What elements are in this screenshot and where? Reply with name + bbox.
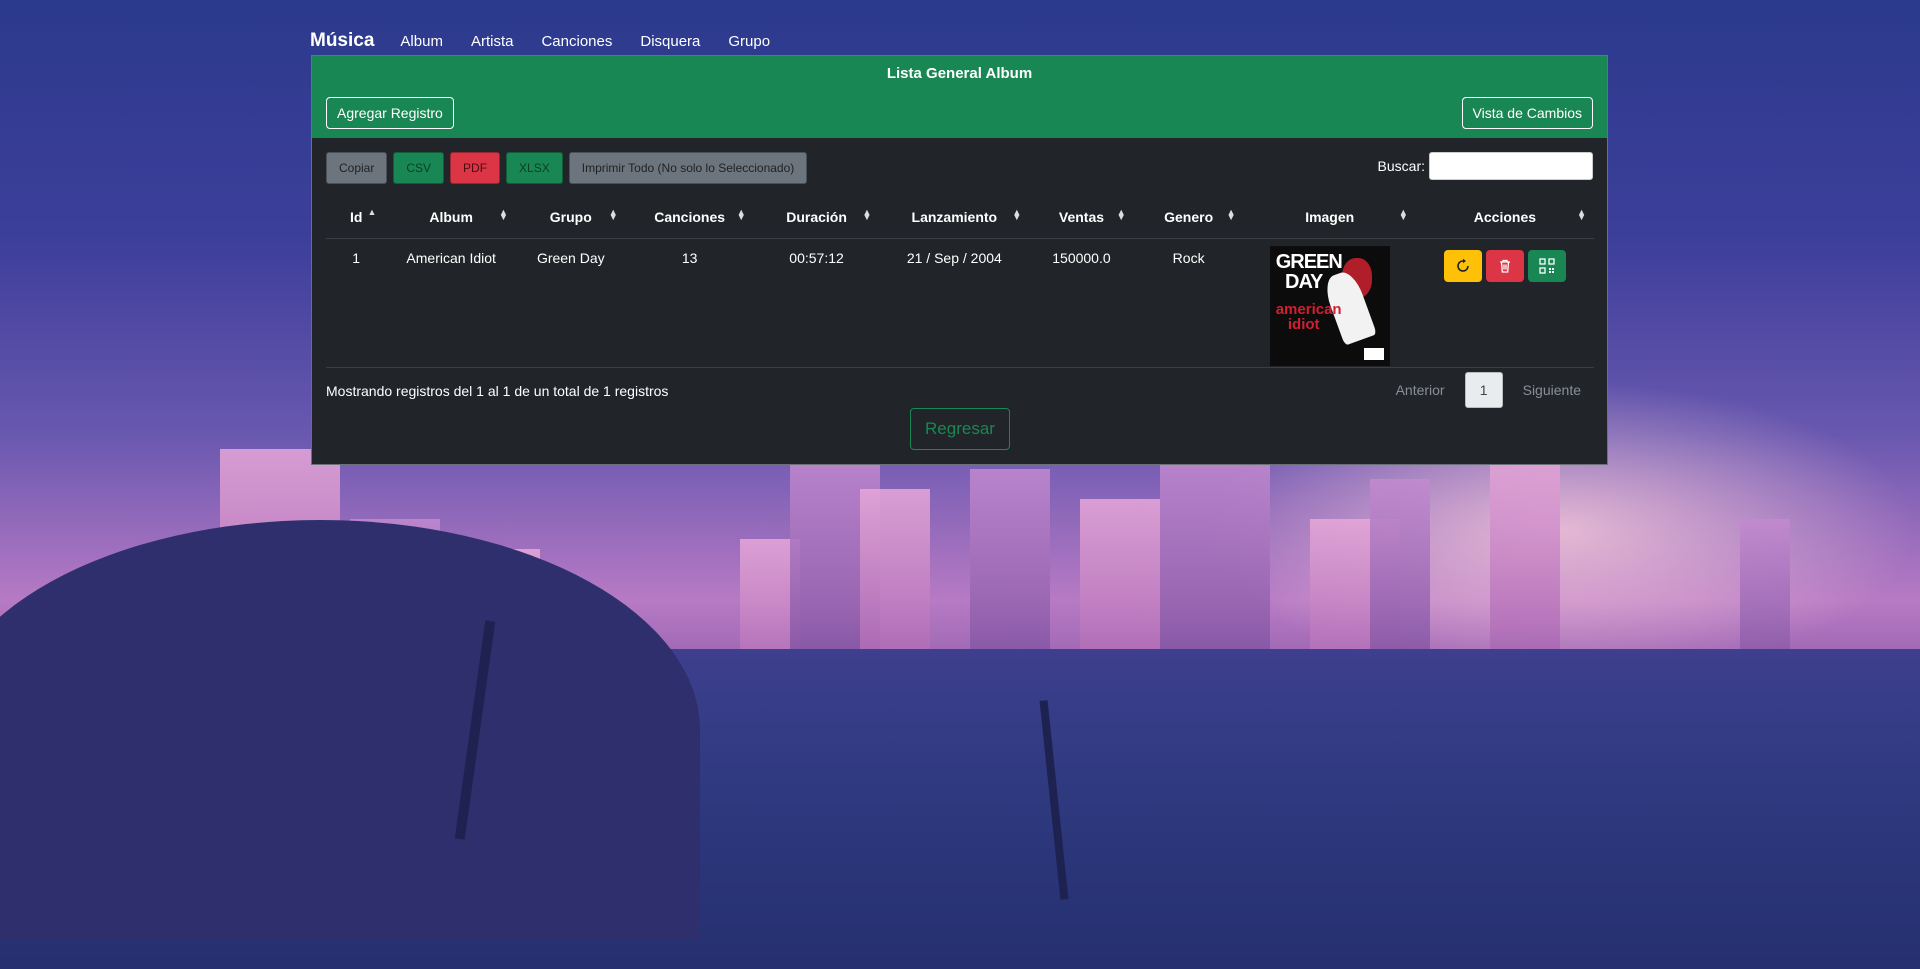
cover-subtitle: american idiot — [1275, 301, 1342, 333]
cover-title: GREEN DAY — [1275, 251, 1343, 293]
export-toolbar: Copiar CSV PDF XLSX Imprimir Todo (No so… — [326, 152, 808, 184]
cell-acciones — [1415, 238, 1594, 368]
cell-genero: Rock — [1133, 238, 1244, 368]
nav-album[interactable]: Album — [400, 33, 443, 52]
panel-header: Lista General Album Agregar Registro Vis… — [312, 56, 1607, 138]
sort-icon: ▲ ▼ — [499, 207, 508, 222]
nav-disquera[interactable]: Disquera — [640, 33, 700, 52]
cell-id: 1 — [326, 238, 387, 368]
album-panel: Lista General Album Agregar Registro Vis… — [311, 55, 1608, 465]
delete-button[interactable] — [1485, 250, 1524, 282]
panel-title: Lista General Album — [886, 65, 1033, 82]
qr-button[interactable] — [1527, 250, 1566, 282]
pagination: Anterior 1 Siguiente — [1384, 372, 1593, 408]
top-navbar: Música Album Artista Canciones Disquera … — [310, 18, 770, 52]
trash-icon — [1499, 259, 1510, 273]
table-row: 1 American Idiot Green Day 13 00:57:12 2… — [326, 238, 1594, 368]
sort-icon: ▲ ▼ — [862, 207, 872, 222]
print-all-button[interactable]: Imprimir Todo (No solo lo Seleccionado) — [568, 152, 808, 184]
nav-grupo[interactable]: Grupo — [728, 33, 770, 52]
col-header-grupo[interactable]: Grupo ▲ ▼ — [515, 196, 626, 239]
table-info: Mostrando registros del 1 al 1 de un tot… — [326, 383, 669, 399]
copy-button[interactable]: Copiar — [326, 152, 388, 184]
cell-ventas: 150000.0 — [1029, 238, 1134, 368]
sort-icon: ▲ ▼ — [1577, 207, 1586, 222]
cell-imagen: GREEN DAY american idiot — [1243, 238, 1416, 368]
col-header-id[interactable]: Id ▲ — [326, 196, 387, 239]
sort-icon: ▲ ▼ — [1226, 207, 1236, 222]
sort-icon: ▲ ▼ — [608, 207, 618, 222]
view-changes-button[interactable]: Vista de Cambios — [1461, 97, 1593, 129]
back-button[interactable]: Regresar — [910, 408, 1010, 450]
col-header-ventas[interactable]: Ventas ▲ ▼ — [1029, 196, 1134, 239]
col-header-duracion[interactable]: Duración ▲ ▼ — [753, 196, 880, 239]
album-table: Id ▲ Album ▲ ▼ Grupo ▲ ▼ Canciones ▲ ▼ Duración… — [326, 196, 1594, 368]
refresh-icon — [1457, 258, 1469, 272]
page-1-button[interactable]: 1 — [1464, 372, 1503, 408]
pdf-button[interactable]: PDF — [450, 152, 501, 184]
sort-icon: ▲ ▼ — [736, 207, 746, 222]
cell-grupo: Green Day — [515, 238, 626, 368]
col-header-canciones[interactable]: Canciones ▲ ▼ — [625, 196, 754, 239]
cell-duracion: 00:57:12 — [753, 238, 880, 368]
brand-link[interactable]: Música — [310, 30, 374, 52]
search-box: Buscar: — [1378, 152, 1593, 180]
prev-page-button[interactable]: Anterior — [1384, 373, 1457, 407]
cell-album: American Idiot — [386, 238, 516, 368]
col-header-imagen[interactable]: Imagen ▲ ▼ — [1243, 196, 1416, 239]
sort-icon: ▲ ▼ — [1116, 207, 1126, 222]
next-page-button[interactable]: Siguiente — [1511, 373, 1593, 407]
col-header-lanzamiento[interactable]: Lanzamiento ▲ ▼ — [879, 196, 1030, 239]
album-cover-image: GREEN DAY american idiot — [1269, 246, 1390, 366]
update-button[interactable] — [1443, 250, 1482, 282]
add-record-button[interactable]: Agregar Registro — [326, 97, 454, 129]
search-label: Buscar: — [1377, 158, 1425, 174]
col-header-acciones[interactable]: Acciones ▲ ▼ — [1415, 196, 1594, 239]
col-header-album[interactable]: Album ▲ ▼ — [386, 196, 516, 239]
search-input[interactable] — [1429, 152, 1593, 180]
cell-canciones: 13 — [625, 238, 754, 368]
sort-icon: ▲ ▼ — [1398, 207, 1408, 222]
nav-artista[interactable]: Artista — [471, 33, 514, 52]
col-header-genero[interactable]: Genero ▲ ▼ — [1133, 196, 1244, 239]
qr-code-icon — [1539, 258, 1555, 274]
sort-icon: ▲ ▼ — [1012, 207, 1022, 222]
nav-canciones[interactable]: Canciones — [541, 33, 612, 52]
cell-lanzamiento: 21 / Sep / 2004 — [879, 238, 1030, 368]
xlsx-button[interactable]: XLSX — [506, 152, 563, 184]
csv-button[interactable]: CSV — [393, 152, 445, 184]
sort-asc-icon: ▲ — [367, 207, 377, 217]
